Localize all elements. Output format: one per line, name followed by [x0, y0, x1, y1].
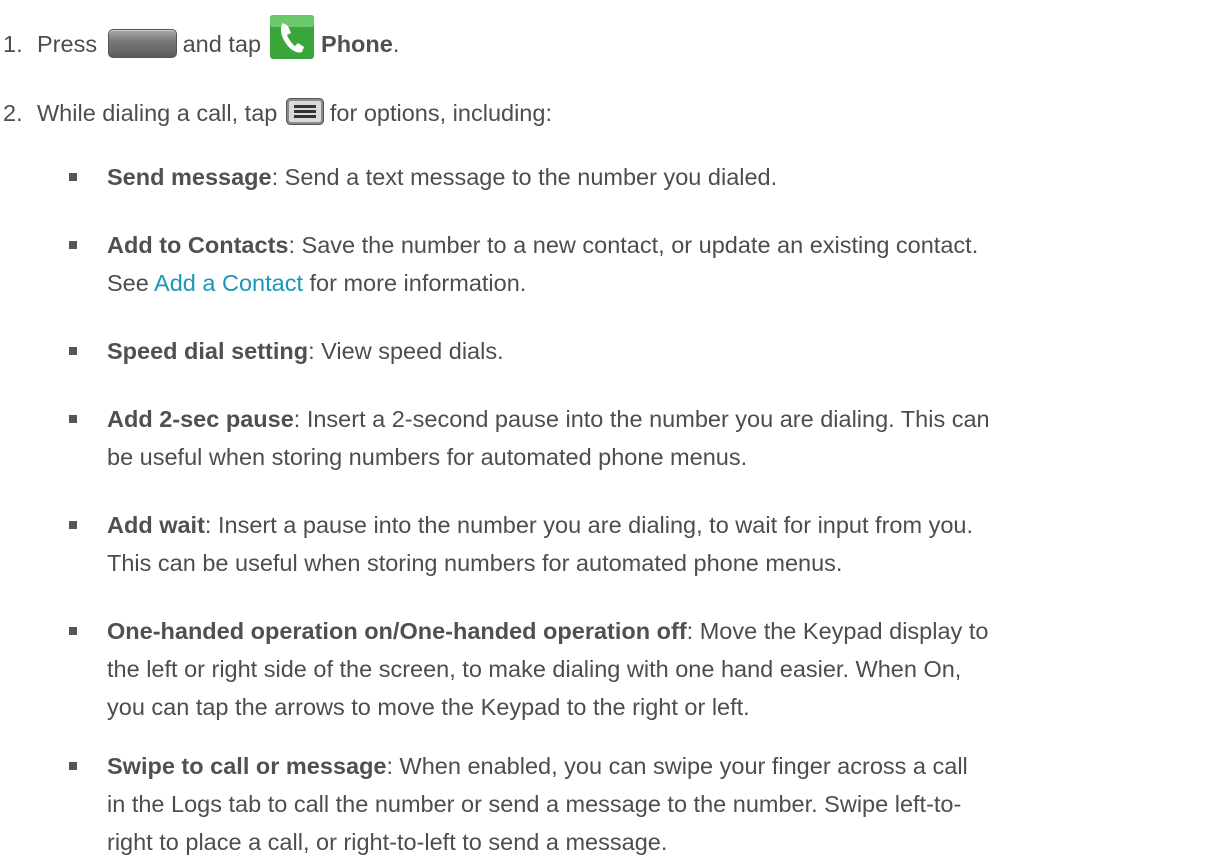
option-title: Swipe to call or message — [107, 753, 387, 779]
option-text: This can be useful when storing numbers … — [107, 550, 843, 576]
option-text: : When enabled, you can swipe your finge… — [386, 753, 968, 779]
step-text: for options, including: — [329, 100, 552, 126]
list-item: One-handed operation on/One-handed opera… — [69, 612, 1212, 726]
menu-key-icon — [285, 98, 324, 126]
step-number: 2. — [3, 100, 23, 126]
option-text: for more information. — [302, 270, 527, 296]
list-item: Speed dial setting: View speed dials. — [69, 332, 1212, 370]
list-item: Add wait: Insert a pause into the number… — [69, 506, 1212, 582]
option-title: Add wait — [107, 512, 205, 538]
list-item: Send message: Send a text message to the… — [69, 158, 1212, 196]
option-title: One-handed operation on/One-handed opera… — [107, 618, 687, 644]
step-2: 2. While dialing a call, tap for options,… — [0, 98, 552, 128]
bullet-icon — [69, 627, 77, 635]
bullet-icon — [69, 241, 77, 249]
bullet-icon — [69, 347, 77, 355]
phone-app-label: Phone — [321, 31, 393, 58]
step-text: and tap — [182, 31, 262, 58]
bullet-icon — [69, 521, 77, 529]
option-text: in the Logs tab to call the number or se… — [107, 791, 962, 817]
step-1: 1. Press and tap Phone. — [0, 15, 400, 69]
option-title: Add to Contacts — [107, 232, 289, 258]
step-text: While dialing a call, tap — [37, 100, 278, 126]
option-text: right to place a call, or right-to-left … — [107, 829, 668, 855]
option-text: : View speed dials. — [308, 338, 504, 364]
step-text: . — [392, 31, 400, 58]
list-item: Add to Contacts: Save the number to a ne… — [69, 226, 1212, 302]
option-text: the left or right side of the screen, to… — [107, 656, 962, 682]
step-text: Press — [37, 31, 98, 58]
option-text: : Insert a pause into the number you are… — [204, 512, 974, 538]
option-text: : Send a text message to the number you … — [271, 164, 778, 190]
bullet-icon — [69, 173, 77, 181]
option-title: Add 2-sec pause — [107, 406, 294, 432]
add-contact-link[interactable]: Add a Contact — [154, 270, 303, 296]
option-text: you can tap the arrows to move the Keypa… — [107, 694, 750, 720]
option-text: be useful when storing numbers for autom… — [107, 444, 748, 470]
phone-app-icon — [270, 15, 315, 59]
option-text: : Insert a 2-second pause into the numbe… — [293, 406, 990, 432]
list-item: Add 2-sec pause: Insert a 2-second pause… — [69, 400, 1212, 476]
list-item: Swipe to call or message: When enabled, … — [69, 747, 1212, 861]
option-title: Speed dial setting — [107, 338, 309, 364]
home-key-icon — [107, 28, 177, 58]
bullet-icon — [69, 762, 77, 770]
option-text: See — [107, 270, 155, 296]
bullet-icon — [69, 415, 77, 423]
option-text: : Save the number to a new contact, or u… — [288, 232, 979, 258]
step-number: 1. — [3, 31, 23, 58]
option-title: Send message — [107, 164, 272, 190]
option-text: : Move the Keypad display to — [686, 618, 989, 644]
